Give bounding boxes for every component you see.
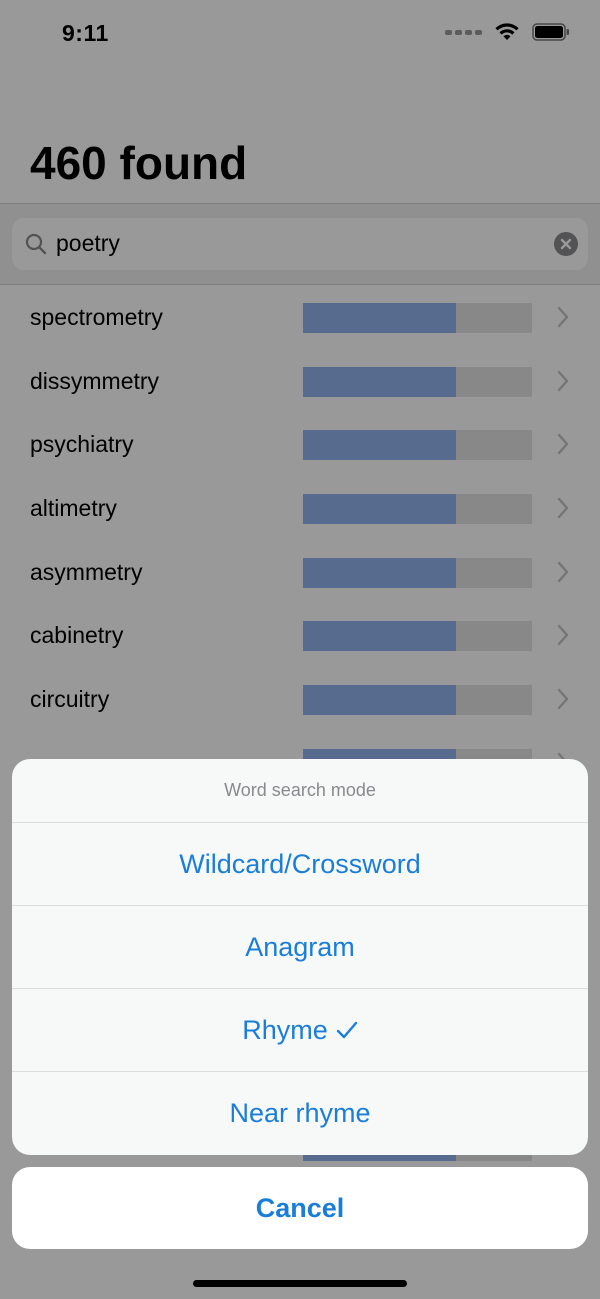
option-label: Anagram <box>245 931 355 962</box>
action-sheet: Word search mode Wildcard/Crossword Anag… <box>12 759 588 1155</box>
cancel-button[interactable]: Cancel <box>12 1167 588 1249</box>
option-rhyme[interactable]: Rhyme <box>12 989 588 1072</box>
option-near-rhyme[interactable]: Near rhyme <box>12 1072 588 1155</box>
option-wildcard-crossword[interactable]: Wildcard/Crossword <box>12 823 588 906</box>
option-label: Near rhyme <box>229 1098 371 1128</box>
checkmark-icon <box>336 1021 357 1039</box>
app-screen: 9:11 460 found poetry spectrometry dissy… <box>0 0 600 1299</box>
option-label: Rhyme <box>242 1014 328 1045</box>
option-label: Wildcard/Crossword <box>179 848 421 879</box>
option-anagram[interactable]: Anagram <box>12 906 588 989</box>
action-sheet-title: Word search mode <box>12 759 588 823</box>
